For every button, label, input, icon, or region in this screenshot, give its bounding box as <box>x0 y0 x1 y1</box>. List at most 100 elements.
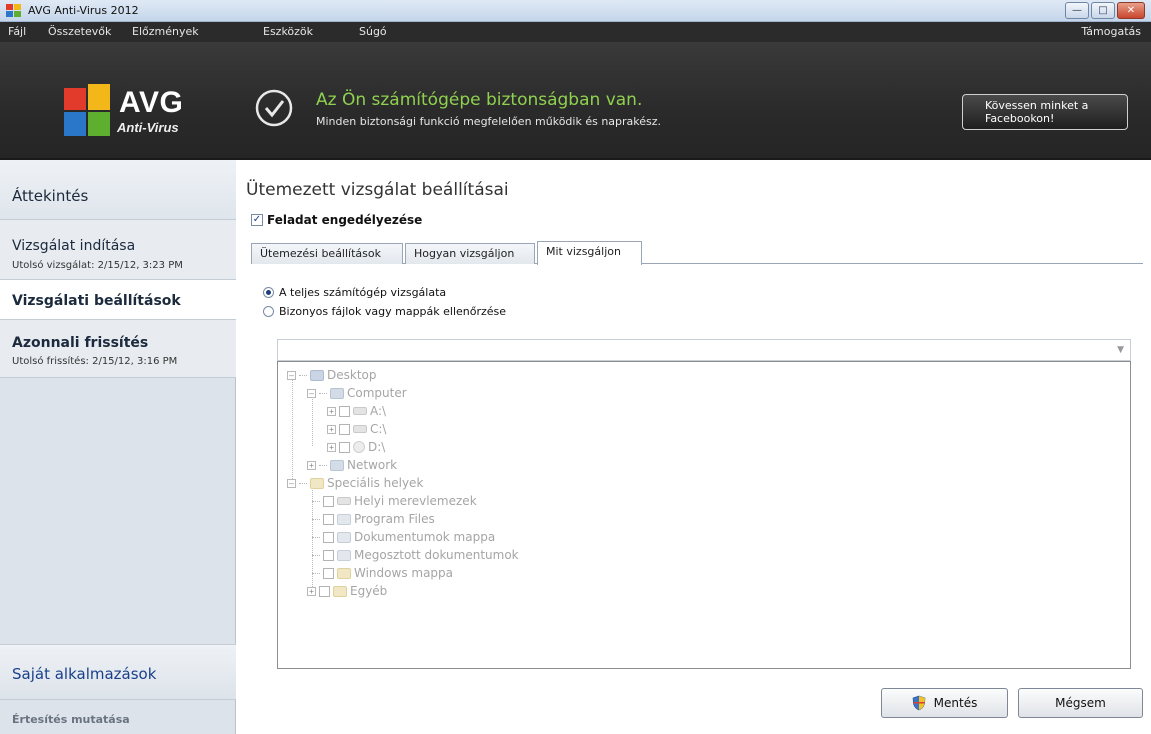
program-files-icon <box>337 513 351 525</box>
documents-icon <box>337 531 351 543</box>
tree-checkbox[interactable] <box>323 567 334 579</box>
tree-node-label: Network <box>347 458 398 472</box>
tree-node-label: Computer <box>347 386 407 400</box>
sidebar-item-my-apps[interactable]: Saját alkalmazások <box>0 644 236 700</box>
shared-documents-icon <box>337 549 351 561</box>
tree-node-label: Dokumentumok mappa <box>354 530 496 544</box>
sidebar-item-label: Vizsgálat indítása <box>12 238 136 254</box>
sidebar-item-label: Azonnali frissítés <box>12 335 149 351</box>
tree-node-program-files[interactable]: Program Files <box>312 512 435 526</box>
hard-drive-icon <box>337 497 351 505</box>
folder-tree: – Desktop – Computer + A:\ + C:\ + D:\ +… <box>277 361 1131 669</box>
tree-checkbox[interactable] <box>323 495 334 507</box>
radio-unselected-icon[interactable] <box>263 306 274 317</box>
menu-file[interactable]: Fájl <box>8 25 26 38</box>
tree-node-label: Helyi merevlemezek <box>354 494 477 508</box>
radio-selected-icon[interactable] <box>263 287 274 298</box>
tree-node-shared-documents[interactable]: Megosztott dokumentumok <box>312 548 519 562</box>
tree-node-label: Speciális helyek <box>327 476 424 490</box>
path-combobox[interactable]: ▼ <box>277 339 1131 361</box>
expand-icon[interactable]: + <box>307 460 316 470</box>
tree-node-label: Program Files <box>354 512 435 526</box>
radio-whole-computer[interactable]: A teljes számítógép vizsgálata <box>263 286 446 299</box>
collapse-icon[interactable]: – <box>287 478 296 488</box>
collapse-icon[interactable]: – <box>287 370 296 380</box>
sidebar-item-scan-settings[interactable]: Vizsgálati beállítások <box>0 280 236 320</box>
enable-task-checkbox[interactable]: ✓ Feladat engedélyezése <box>251 213 422 227</box>
tree-node-special-locations[interactable]: – Speciális helyek <box>287 476 423 490</box>
special-folder-icon <box>310 477 324 489</box>
tree-node-label: A:\ <box>370 404 387 418</box>
expand-icon[interactable]: + <box>327 406 336 416</box>
tree-node-local-disks[interactable]: Helyi merevlemezek <box>312 494 477 508</box>
windows-folder-icon <box>337 567 351 579</box>
menu-help[interactable]: Súgó <box>359 25 387 38</box>
checkmark-icon <box>255 89 293 127</box>
tab-how-to-scan[interactable]: Hogyan vizsgáljon <box>405 243 535 264</box>
tree-checkbox[interactable] <box>319 585 330 597</box>
tree-checkbox[interactable] <box>323 531 334 543</box>
expand-icon[interactable]: + <box>327 424 336 434</box>
radio-label: Bizonyos fájlok vagy mappák ellenőrzése <box>279 305 507 318</box>
expand-icon[interactable]: + <box>327 442 336 452</box>
tree-node-desktop[interactable]: – Desktop <box>287 368 377 382</box>
tree-node-drive-c[interactable]: + C:\ <box>327 422 386 436</box>
tree-checkbox[interactable] <box>339 441 350 453</box>
page-title: Ütemezett vizsgálat beállításai <box>246 180 509 200</box>
menu-tools[interactable]: Eszközök <box>263 25 313 38</box>
sidebar: Áttekintés Vizsgálat indítása Utolsó viz… <box>0 160 236 734</box>
tree-node-drive-a[interactable]: + A:\ <box>327 404 386 418</box>
tab-what-to-scan[interactable]: Mit vizsgáljon <box>537 241 642 265</box>
collapse-icon[interactable]: – <box>307 388 316 398</box>
sidebar-item-update[interactable]: Azonnali frissítés Utolsó frissítés: 2/1… <box>0 320 236 378</box>
tab-schedule-settings[interactable]: Ütemezési beállítások <box>251 243 403 264</box>
status-subtitle: Minden biztonsági funkció megfelelően mű… <box>316 115 662 128</box>
desktop-icon <box>310 369 324 381</box>
sidebar-item-label: Áttekintés <box>12 187 89 205</box>
tree-node-label: D:\ <box>368 440 386 454</box>
folder-icon <box>333 585 347 597</box>
chevron-down-icon[interactable]: ▼ <box>1117 345 1124 355</box>
save-button[interactable]: Mentés <box>881 688 1008 718</box>
checkbox-checked-icon[interactable]: ✓ <box>251 214 263 226</box>
sidebar-item-label: Saját alkalmazások <box>12 665 157 683</box>
facebook-button-line2: Facebookon! <box>985 112 1055 125</box>
tree-node-network[interactable]: + Network <box>307 458 397 472</box>
show-notification-link[interactable]: Értesítés mutatása <box>12 713 130 726</box>
tree-checkbox[interactable] <box>323 513 334 525</box>
status-title: Az Ön számítógépe biztonságban van. <box>316 90 643 110</box>
sidebar-item-scan[interactable]: Vizsgálat indítása Utolsó vizsgálat: 2/1… <box>0 220 236 280</box>
tree-guide-line <box>292 378 293 483</box>
tree-node-label: Windows mappa <box>354 566 454 580</box>
tree-node-label: Megosztott dokumentumok <box>354 548 519 562</box>
tree-node-label: Egyéb <box>350 584 388 598</box>
window-controls: — □ ✕ <box>1065 2 1145 19</box>
tree-node-windows-folder[interactable]: Windows mappa <box>312 566 453 580</box>
minimize-icon[interactable]: — <box>1065 2 1089 19</box>
sidebar-item-overview[interactable]: Áttekintés <box>0 160 236 220</box>
menu-support[interactable]: Támogatás <box>1081 25 1141 38</box>
maximize-icon[interactable]: □ <box>1091 2 1115 19</box>
tree-checkbox[interactable] <box>339 405 350 417</box>
tree-node-computer[interactable]: – Computer <box>307 386 407 400</box>
tree-checkbox[interactable] <box>339 423 350 435</box>
facebook-follow-button[interactable]: Kövessen minket a Facebookon! <box>962 94 1128 130</box>
avg-logo-icon <box>64 84 110 136</box>
floppy-drive-icon <box>353 407 367 415</box>
tree-node-documents[interactable]: Dokumentumok mappa <box>312 530 495 544</box>
tree-node-label: Desktop <box>327 368 377 382</box>
expand-icon[interactable]: + <box>307 586 316 596</box>
tree-checkbox[interactable] <box>323 549 334 561</box>
cancel-button[interactable]: Mégsem <box>1018 688 1143 718</box>
close-icon[interactable]: ✕ <box>1117 2 1145 19</box>
menu-components[interactable]: Összetevők <box>48 25 111 38</box>
radio-specific-files[interactable]: Bizonyos fájlok vagy mappák ellenőrzése <box>263 305 506 318</box>
tree-node-other[interactable]: + Egyéb <box>307 584 387 598</box>
tree-node-drive-d[interactable]: + D:\ <box>327 440 385 454</box>
product-name: Anti-Virus <box>117 120 179 135</box>
last-update-text: Utolsó frissítés: 2/15/12, 3:16 PM <box>12 356 178 367</box>
tab-bar: Ütemezési beállítások Hogyan vizsgáljon … <box>251 241 1143 265</box>
menu-history[interactable]: Előzmények <box>132 25 199 38</box>
tree-node-label: C:\ <box>370 422 387 436</box>
shield-icon <box>912 695 925 711</box>
